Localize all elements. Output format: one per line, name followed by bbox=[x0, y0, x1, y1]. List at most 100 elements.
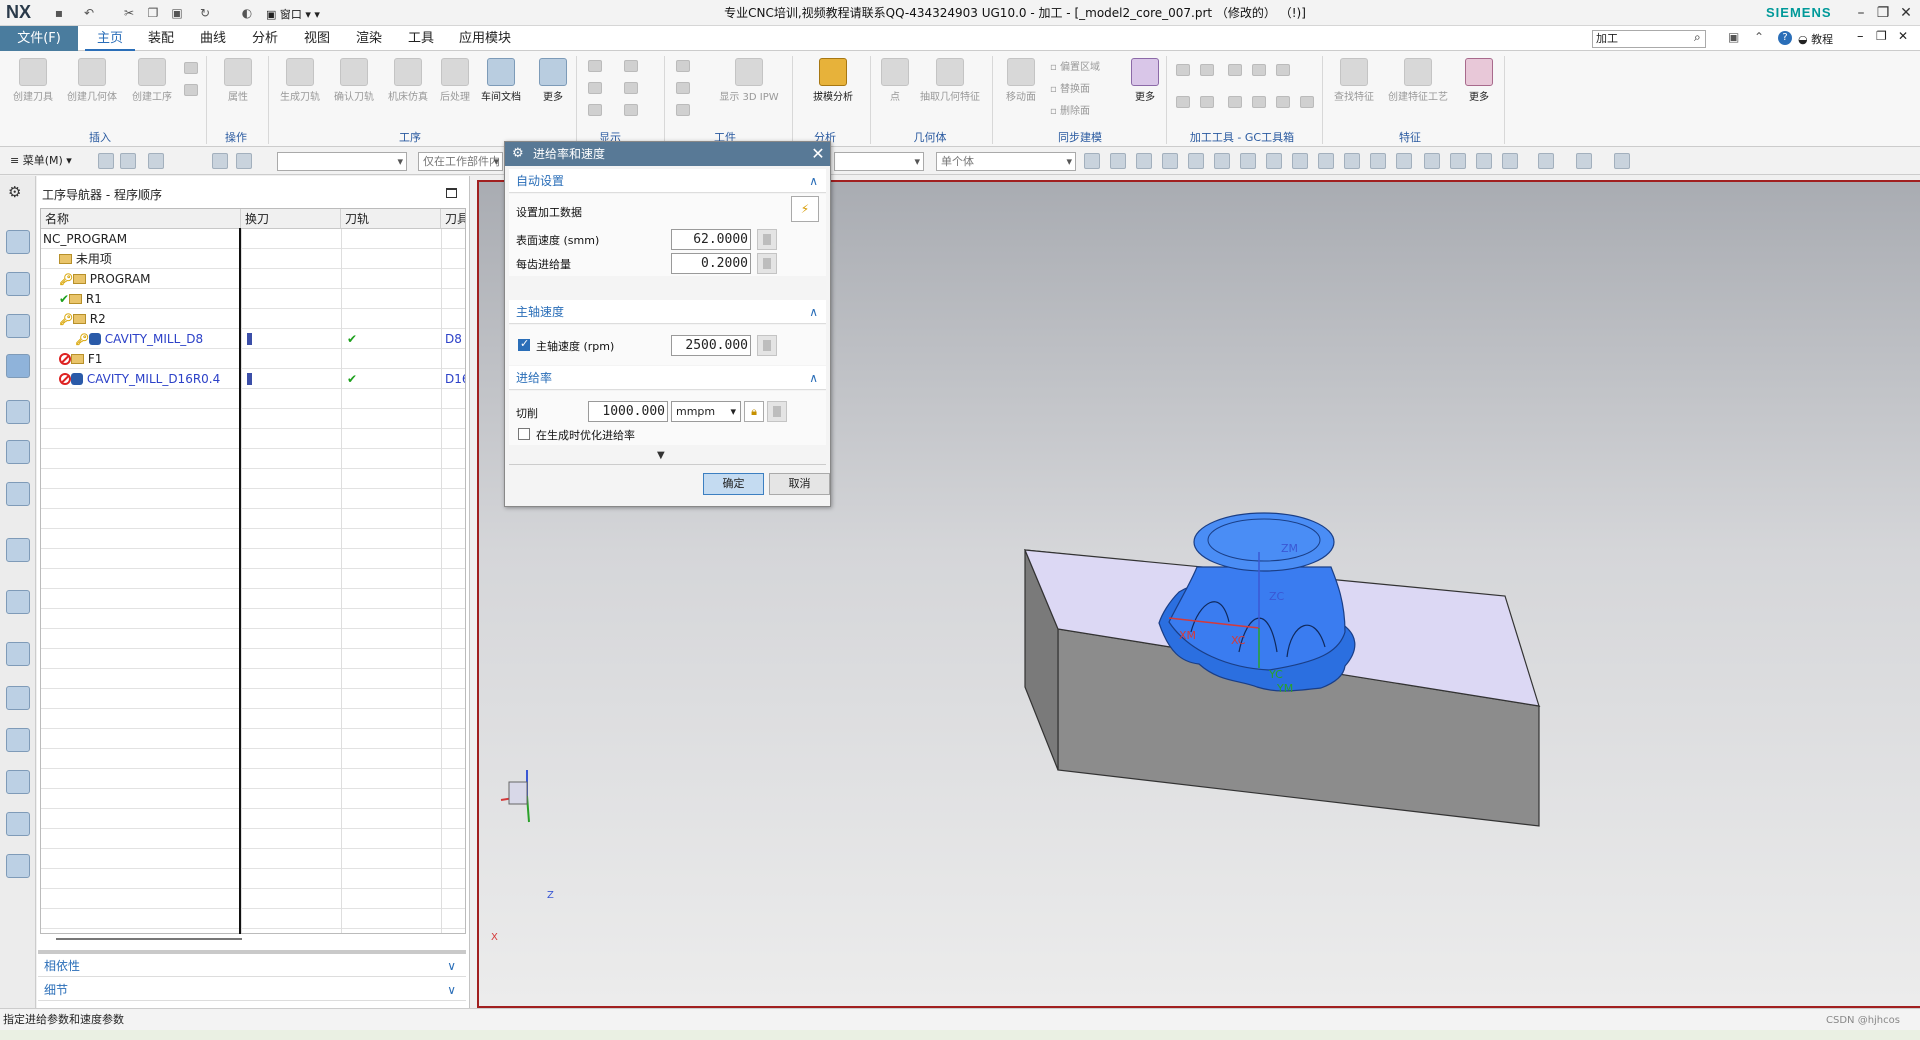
paste-icon[interactable]: ▣ bbox=[168, 4, 186, 22]
table-row[interactable] bbox=[41, 489, 465, 509]
collapse-ribbon-icon[interactable]: ⌃ bbox=[1754, 30, 1764, 44]
replace-face-button[interactable]: ▫ 替换面 bbox=[1050, 80, 1090, 95]
maximize-icon[interactable] bbox=[446, 188, 457, 198]
generate-toolpath-button[interactable]: 生成刀轨 bbox=[274, 58, 326, 112]
workpiece-small-icon[interactable] bbox=[676, 82, 690, 94]
table-row[interactable]: NC_PROGRAM bbox=[41, 229, 465, 249]
gc-tool-icon[interactable] bbox=[1228, 96, 1242, 108]
point-button[interactable]: 点 bbox=[878, 58, 912, 112]
tab-curve[interactable]: 曲线 bbox=[190, 26, 236, 51]
main-menu-button[interactable]: ≡ 菜单(M) ▾ bbox=[10, 152, 72, 168]
extract-geometry-button[interactable]: 抽取几何特征 bbox=[914, 58, 986, 112]
search-icon[interactable]: ⌕ bbox=[1694, 30, 1701, 45]
gc-tool-icon[interactable] bbox=[1176, 64, 1190, 76]
process-studio-icon[interactable] bbox=[6, 728, 30, 752]
cut-unit-select[interactable]: mmpm ▾ bbox=[671, 401, 741, 422]
gc-tool-icon[interactable] bbox=[1176, 96, 1190, 108]
gc-tool-icon[interactable] bbox=[1252, 96, 1266, 108]
workpiece-small-icon[interactable] bbox=[676, 104, 690, 116]
tab-analysis[interactable]: 分析 bbox=[242, 26, 288, 51]
column-header-tool-change[interactable]: 换刀 bbox=[241, 209, 341, 229]
history-icon[interactable] bbox=[6, 642, 30, 666]
feed-per-tooth-input[interactable]: 0.2000 bbox=[671, 253, 751, 274]
table-row[interactable] bbox=[41, 829, 465, 849]
table-row[interactable]: 🔑︎ CAVITY_MILL_D8 ✔ D8 bbox=[41, 329, 465, 349]
snap-icon[interactable] bbox=[1110, 153, 1126, 169]
save-icon[interactable]: ▪ bbox=[50, 4, 68, 22]
display-small-icon[interactable] bbox=[588, 82, 602, 94]
snap-icon[interactable] bbox=[1214, 153, 1230, 169]
table-row[interactable] bbox=[41, 689, 465, 709]
gc-tool-icon[interactable] bbox=[1200, 96, 1214, 108]
column-header-name[interactable]: 名称 bbox=[41, 209, 241, 229]
verify-toolpath-button[interactable]: 确认刀轨 bbox=[328, 58, 380, 112]
table-row[interactable] bbox=[41, 569, 465, 589]
table-row[interactable] bbox=[41, 769, 465, 789]
tab-view[interactable]: 视图 bbox=[294, 26, 340, 51]
tab-applications[interactable]: 应用模块 bbox=[452, 26, 518, 51]
table-row[interactable] bbox=[41, 389, 465, 409]
doc-close-button[interactable]: ✕ bbox=[1898, 29, 1908, 43]
view-icon[interactable] bbox=[1450, 153, 1466, 169]
table-row[interactable] bbox=[41, 629, 465, 649]
reuse-library-icon[interactable] bbox=[6, 482, 30, 506]
more-operation-button[interactable]: 更多 bbox=[536, 58, 570, 112]
tab-home[interactable]: 主页 bbox=[85, 26, 135, 51]
insert-small-icon[interactable] bbox=[184, 84, 198, 96]
table-row[interactable] bbox=[41, 509, 465, 529]
table-row[interactable] bbox=[41, 669, 465, 689]
view-icon[interactable] bbox=[1424, 153, 1440, 169]
table-row[interactable] bbox=[41, 609, 465, 629]
cancel-button[interactable]: 取消 bbox=[769, 473, 830, 495]
display-small-icon[interactable] bbox=[588, 104, 602, 116]
machining-feature-navigator-icon[interactable] bbox=[6, 440, 30, 464]
snap-icon[interactable] bbox=[1266, 153, 1282, 169]
snap-icon[interactable] bbox=[1370, 153, 1386, 169]
settings-gear-icon[interactable]: ⚙ bbox=[8, 183, 21, 201]
role-icon[interactable] bbox=[6, 770, 30, 794]
snap-icon[interactable] bbox=[1240, 153, 1256, 169]
undo-icon[interactable]: ↶ bbox=[80, 4, 98, 22]
details-panel[interactable]: 细节 ∨ bbox=[38, 979, 466, 1001]
display-small-icon[interactable] bbox=[588, 60, 602, 72]
spindle-speed-checkbox[interactable] bbox=[518, 337, 530, 351]
more-sync-button[interactable]: 更多 bbox=[1128, 58, 1162, 112]
repeat-command-icon[interactable]: ↻ bbox=[196, 4, 214, 22]
dialog-gear-icon[interactable]: ⚙ bbox=[512, 146, 524, 161]
tutorial-button[interactable]: ◒ 教程 bbox=[1798, 31, 1833, 47]
render-style-icon[interactable] bbox=[1576, 153, 1592, 169]
scope-filter-combo[interactable]: 仅在工作部件内 bbox=[418, 152, 503, 171]
delete-face-button[interactable]: ▫ 删除面 bbox=[1050, 102, 1090, 117]
cut-feed-calc-button[interactable] bbox=[767, 401, 787, 422]
display-small-icon[interactable] bbox=[624, 104, 638, 116]
web-browser-icon[interactable] bbox=[6, 590, 30, 614]
snap-icon[interactable] bbox=[1136, 153, 1152, 169]
tab-render[interactable]: 渲染 bbox=[346, 26, 392, 51]
machine-simulation-button[interactable]: 机床仿真 bbox=[382, 58, 434, 112]
snap-icon[interactable] bbox=[1292, 153, 1308, 169]
filter-icon[interactable] bbox=[236, 153, 252, 169]
command-search-input[interactable]: 加工 bbox=[1592, 30, 1706, 48]
surface-speed-calc-button[interactable] bbox=[757, 229, 777, 250]
lightning-icon[interactable]: ⚡ bbox=[791, 196, 819, 222]
display-small-icon[interactable] bbox=[624, 82, 638, 94]
display-small-icon[interactable] bbox=[624, 60, 638, 72]
table-row[interactable]: 🔑︎ R2 bbox=[41, 309, 465, 329]
table-row[interactable] bbox=[41, 909, 465, 929]
create-tool-button[interactable]: 创建刀具 bbox=[8, 58, 58, 112]
copy-icon[interactable]: ❐ bbox=[144, 4, 162, 22]
type-filter-combo[interactable] bbox=[277, 152, 407, 171]
table-row[interactable] bbox=[41, 709, 465, 729]
table-row[interactable] bbox=[41, 649, 465, 669]
doc-restore-button[interactable]: ❐ bbox=[1876, 29, 1887, 43]
snap-icon[interactable] bbox=[1396, 153, 1412, 169]
table-row[interactable]: ✔ R1 bbox=[41, 289, 465, 309]
gc-tool-icon[interactable] bbox=[1228, 64, 1242, 76]
auto-settings-section[interactable]: 自动设置 ∧ bbox=[509, 169, 826, 193]
insert-small-icon[interactable] bbox=[184, 62, 198, 74]
table-row[interactable] bbox=[41, 889, 465, 909]
table-row[interactable] bbox=[41, 789, 465, 809]
gc-tool-icon[interactable] bbox=[1252, 64, 1266, 76]
snap-icon[interactable] bbox=[1318, 153, 1334, 169]
table-row[interactable] bbox=[41, 589, 465, 609]
